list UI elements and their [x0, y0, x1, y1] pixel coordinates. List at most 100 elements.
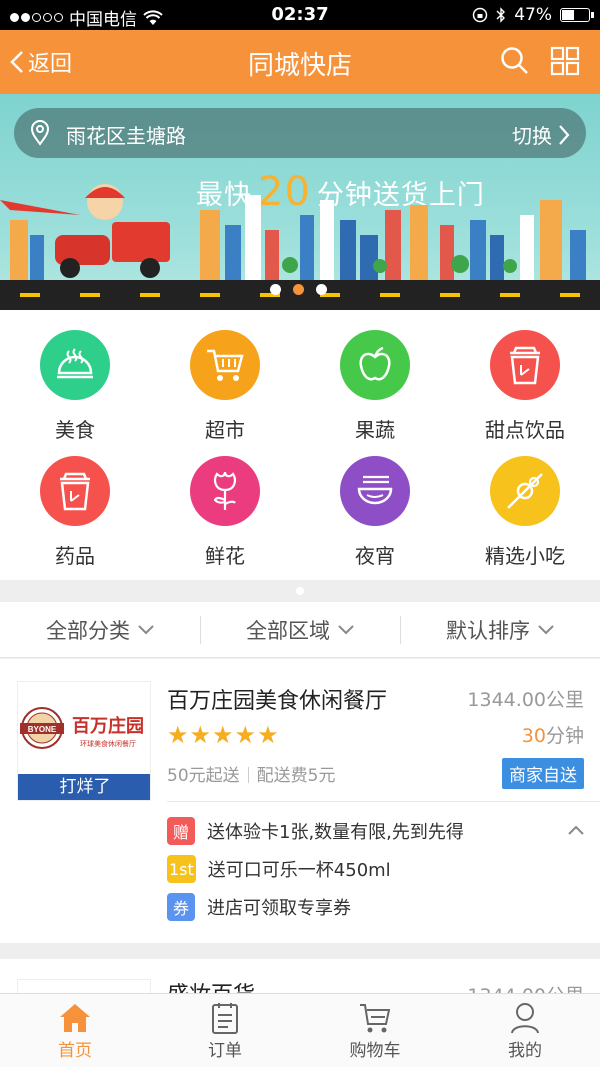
filter-label: 全部分类 [46, 618, 130, 643]
promo-text: 送体验卡1张,数量有限,先到先得 [207, 822, 464, 843]
category-label: 超市 [205, 418, 245, 442]
promo-text: 送可口可乐一杯450ml [207, 860, 391, 881]
location-pin-icon [30, 120, 50, 146]
category-circle [340, 330, 410, 400]
filter-label: 全部区域 [246, 618, 330, 643]
category-circle [190, 330, 260, 400]
switch-label: 切换 [512, 124, 552, 148]
filter-category[interactable]: 全部分类 [0, 602, 200, 657]
search-icon[interactable] [500, 46, 530, 76]
star-icon: ★ [257, 721, 280, 749]
filter-area[interactable]: 全部区域 [200, 602, 400, 657]
category-label: 精选小吃 [485, 544, 565, 568]
apple-icon [359, 346, 391, 381]
promo-row: 1st 送可口可乐一杯450ml [167, 855, 391, 883]
chevron-down-icon [138, 624, 154, 634]
closed-tag: 打烊了 [18, 774, 150, 800]
switch-location-button[interactable]: 切换 [512, 120, 570, 149]
cup-icon [60, 472, 90, 511]
back-label: 返回 [28, 52, 73, 77]
cup-icon [510, 346, 540, 385]
coupon-badge: 券 [167, 893, 195, 921]
chevron-left-icon [10, 51, 23, 73]
shop-card[interactable]: BYONE 百万庄园 环球美食休闲餐厅 打烊了 百万庄园美食休闲餐厅 1344.… [0, 659, 600, 943]
category-circle [340, 456, 410, 526]
category-circle [490, 456, 560, 526]
category-flowers[interactable]: 鲜花 [150, 456, 300, 569]
star-icon: ★ [189, 721, 213, 749]
location-text: 雨花区圭塘路 [66, 124, 186, 148]
rating-stars: ★★★★★ [167, 721, 280, 749]
city-skyline-illustration [0, 184, 586, 280]
dish-icon [57, 348, 93, 379]
cart-icon [207, 349, 244, 381]
shop-logo-graphic: BYONE 百万庄园 环球美食休闲餐厅 [20, 707, 144, 749]
tab-cart[interactable]: 购物车 [300, 994, 450, 1067]
banner-dot[interactable] [270, 284, 281, 295]
delivery-time: 30分钟 [522, 721, 584, 748]
star-icon: ★ [234, 721, 258, 749]
category-grid: 美食 超市 果蔬 甜点饮品 药品 鲜花 夜宵 精选小吃 [0, 310, 600, 580]
filter-sort[interactable]: 默认排序 [400, 602, 600, 657]
delivery-time-number: 30 [521, 725, 546, 747]
tab-orders[interactable]: 订单 [150, 994, 300, 1067]
promo-text: 进店可领取专享券 [207, 898, 351, 919]
tab-label: 订单 [208, 1041, 242, 1061]
battery-icon [560, 8, 594, 22]
category-label: 美食 [55, 418, 95, 442]
category-circle [40, 330, 110, 400]
grid-menu-icon[interactable] [550, 46, 580, 76]
home-icon [60, 1004, 90, 1032]
order-list-icon [212, 1003, 238, 1034]
cart-icon [360, 1004, 391, 1033]
delivery-time-unit: 分钟 [545, 725, 584, 747]
promo-banner[interactable]: 雨花区圭塘路 切换 最快 20 分钟送货上门 [0, 94, 600, 310]
banner-dot-active[interactable] [293, 284, 304, 295]
category-label: 果蔬 [355, 418, 395, 442]
tab-label: 首页 [58, 1041, 92, 1061]
category-label: 鲜花 [205, 544, 245, 568]
back-button[interactable]: 返回 [10, 46, 72, 78]
bluetooth-icon [496, 7, 506, 23]
noodle-icon [357, 475, 393, 505]
filter-label: 默认排序 [446, 618, 530, 643]
shop-name: 百万庄园美食休闲餐厅 [167, 689, 388, 714]
first-order-badge: 1st [167, 855, 196, 883]
category-fruit-veg[interactable]: 果蔬 [300, 330, 450, 443]
shop-logo: BYONE 百万庄园 环球美食休闲餐厅 打烊了 [17, 681, 151, 801]
logo-text: 百万庄园 [72, 715, 144, 737]
gift-badge: 赠 [167, 817, 195, 845]
category-late-night[interactable]: 夜宵 [300, 456, 450, 569]
chevron-up-icon[interactable] [568, 825, 584, 835]
location-bar[interactable]: 雨花区圭塘路 切换 [14, 108, 586, 158]
category-pager [0, 580, 600, 602]
category-food[interactable]: 美食 [0, 330, 150, 443]
tab-profile[interactable]: 我的 [450, 994, 600, 1067]
category-dessert-drinks[interactable]: 甜点饮品 [450, 330, 600, 443]
logo-brand: BYONE [28, 725, 57, 734]
skewer-icon [507, 473, 543, 509]
tab-label: 购物车 [349, 1041, 401, 1061]
shop-distance: 1344.00公里 [467, 689, 584, 711]
category-circle [190, 456, 260, 526]
category-circle [490, 330, 560, 400]
pager-dot[interactable] [296, 587, 304, 595]
category-supermarket[interactable]: 超市 [150, 330, 300, 443]
promo-row: 赠 送体验卡1张,数量有限,先到先得 [167, 817, 464, 845]
category-medicine[interactable]: 药品 [0, 456, 150, 569]
star-icon: ★ [212, 721, 235, 749]
star-icon: ★ [167, 721, 190, 749]
category-snacks[interactable]: 精选小吃 [450, 456, 600, 569]
banner-pagination [270, 284, 327, 295]
logo-sub: 环球美食休闲餐厅 [80, 739, 136, 748]
rotation-lock-icon [472, 7, 488, 23]
shop-fees: 50元起送 配送费5元 [167, 761, 335, 786]
delivery-fee: 配送费5元 [256, 766, 336, 786]
banner-dot[interactable] [316, 284, 327, 295]
category-label: 药品 [55, 544, 95, 568]
tab-home[interactable]: 首页 [0, 994, 150, 1067]
filter-bar: 全部分类 全部区域 默认排序 [0, 602, 600, 658]
rose-icon [213, 471, 236, 510]
status-bar: 中国电信 02:37 47% [0, 0, 600, 30]
chevron-down-icon [338, 624, 354, 634]
